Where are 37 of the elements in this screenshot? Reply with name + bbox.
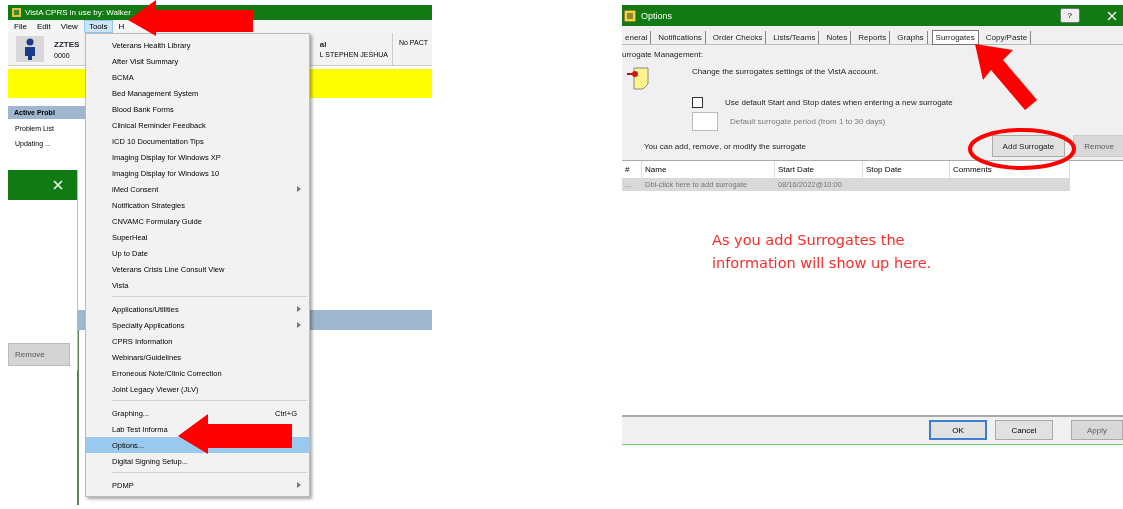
- person-icon: [23, 38, 37, 60]
- tab[interactable]: Notes: [823, 31, 852, 44]
- description-text: Change the surrogates settings of the VistA account.: [692, 66, 879, 76]
- menu-item[interactable]: File: [10, 21, 31, 32]
- annotation-text: As you add Surrogates the information will show up here.: [712, 231, 933, 273]
- remove-button[interactable]: Remove: [8, 343, 70, 366]
- close-icon[interactable]: [1107, 10, 1117, 21]
- window-title: VistA CPRS in use by: Walker: [25, 8, 131, 17]
- close-icon[interactable]: [53, 180, 63, 190]
- tab[interactable]: Lists/Teams: [770, 31, 820, 44]
- app-icon: [12, 8, 21, 17]
- patient-name: ZZTES: [54, 39, 80, 49]
- tab[interactable]: Order Checks: [709, 31, 767, 44]
- menu-item[interactable]: Tools: [83, 20, 113, 33]
- action-button[interactable]: Add Surrogate: [991, 135, 1066, 157]
- dialog-button[interactable]: OK: [929, 420, 987, 440]
- note-pin-icon: [626, 65, 652, 91]
- menu-item[interactable]: Edit: [32, 21, 55, 32]
- app-icon: [624, 9, 636, 22]
- instruction-text: You can add, remove, or modify the surrogate: [644, 141, 808, 151]
- dialog-title: Options: [641, 10, 674, 21]
- menu-item[interactable]: View: [56, 21, 82, 32]
- tab[interactable]: Notifications: [655, 31, 706, 44]
- tab[interactable]: eneral: [622, 31, 652, 44]
- checkbox-label: Use default Start and Stop dates when entering a new surrogate: [725, 98, 953, 107]
- field-label: Default surrogate period (from 1 to 30 days): [730, 117, 886, 126]
- provider-label: al: [319, 40, 328, 49]
- tab[interactable]: Reports: [855, 31, 891, 44]
- annotation-arrow: [975, 44, 1039, 112]
- help-button[interactable]: ?: [1059, 8, 1080, 23]
- checkbox[interactable]: [692, 97, 703, 108]
- tab[interactable]: Surrogates: [931, 30, 979, 45]
- tab[interactable]: Copy/Paste: [982, 31, 1032, 44]
- section-title: urrogate Management:: [622, 49, 704, 59]
- tab[interactable]: Graphs: [894, 31, 928, 44]
- menu-item[interactable]: H: [114, 21, 129, 32]
- dialog-button[interactable]: Cancel: [995, 420, 1053, 440]
